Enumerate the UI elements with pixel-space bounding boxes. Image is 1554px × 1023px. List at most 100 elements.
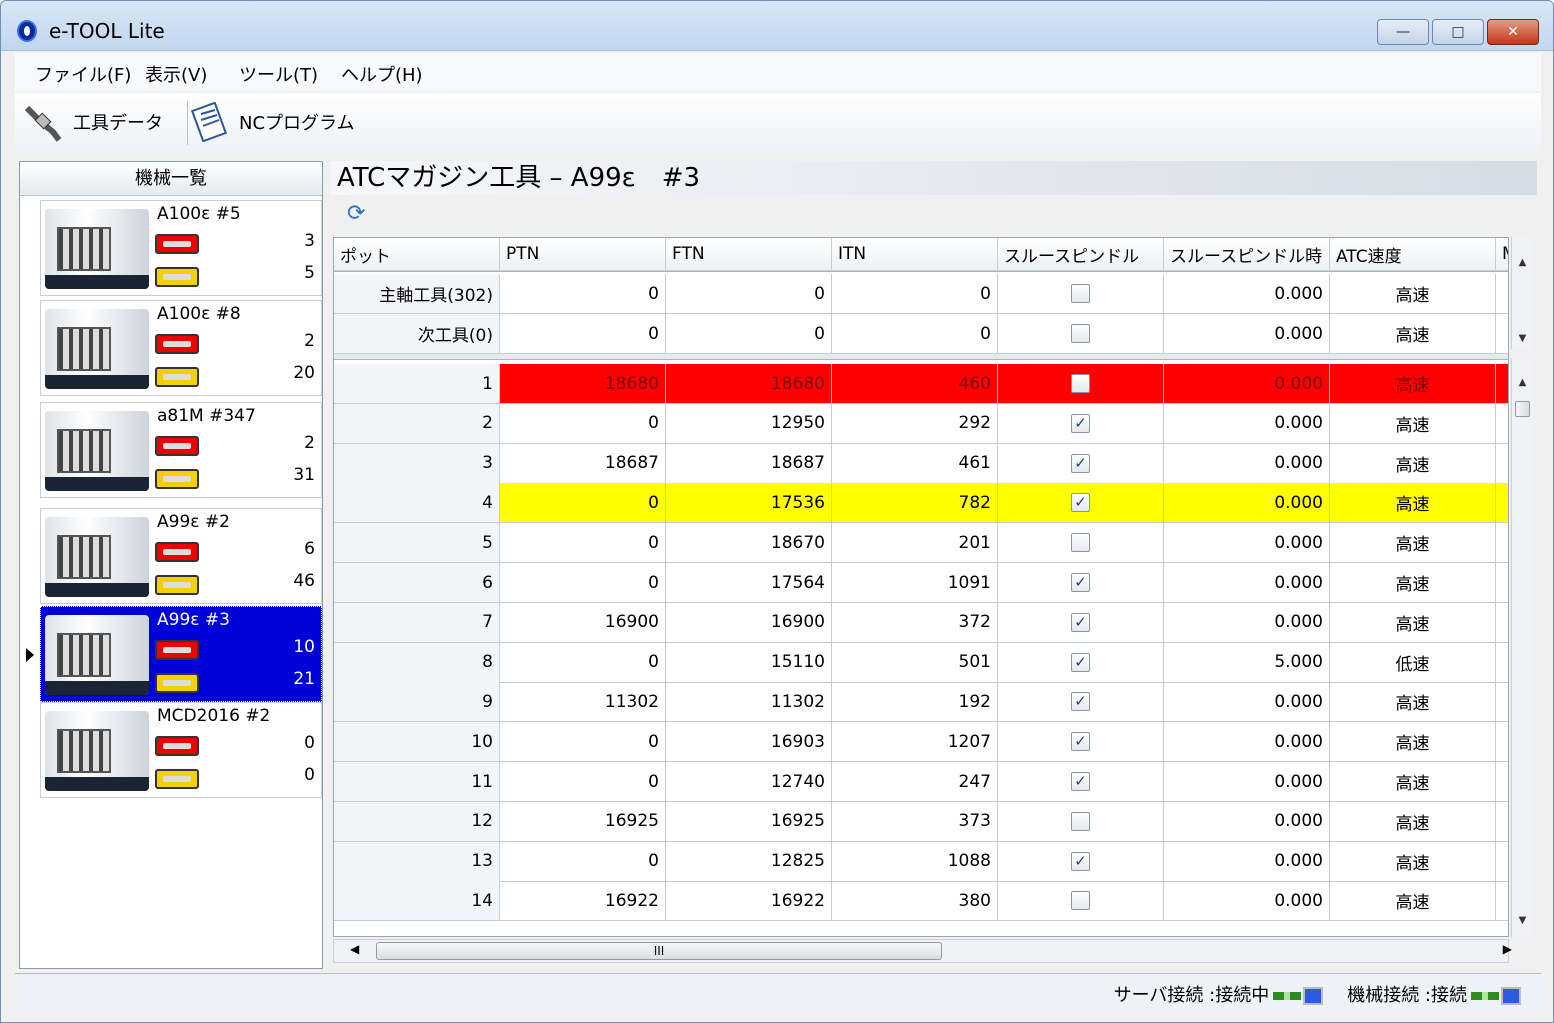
through-spindle-cell: ✓	[998, 483, 1164, 524]
through-spindle-checkbox[interactable]: ✓	[1071, 573, 1090, 592]
column-header[interactable]: ポット	[334, 238, 500, 271]
through-spindle-checkbox[interactable]: ✓	[1071, 493, 1090, 513]
menu-tools[interactable]: ツール(T)	[239, 61, 318, 87]
through-spindle-checkbox[interactable]	[1071, 891, 1090, 911]
nc-program-button[interactable]: NCプログラム	[189, 101, 355, 143]
machine-item[interactable]: A100ε #8 2 20	[40, 300, 322, 396]
ptn-cell: 16922	[500, 881, 666, 922]
column-header[interactable]: スルースピンドル時	[1164, 238, 1330, 271]
alarm-count: 10	[293, 637, 315, 657]
menu-file[interactable]: ファイル(F)	[35, 61, 131, 87]
window-title: e-TOOL Lite	[49, 19, 165, 43]
fixed-row[interactable]: 次工具(0) 0 0 0 0.000 高速	[334, 314, 1508, 354]
scroll-left-icon[interactable]: ◀	[350, 942, 359, 956]
column-header[interactable]: ITN	[832, 238, 998, 271]
rows-scrollbar[interactable]: ▲ ▼	[1511, 359, 1533, 937]
extra-cell	[1496, 682, 1508, 723]
table-row[interactable]: 4 0 17536 782 ✓ 0.000 高速	[334, 483, 1508, 524]
table-row[interactable]: 9 11302 11302 192 ✓ 0.000 高速	[334, 682, 1508, 723]
menu-help[interactable]: ヘルプ(H)	[341, 61, 423, 87]
minimize-button[interactable]: —	[1377, 19, 1429, 45]
column-header[interactable]: ATC速度	[1330, 238, 1496, 271]
table-row[interactable]: 2 0 12950 292 ✓ 0.000 高速	[334, 403, 1508, 444]
through-spindle-checkbox[interactable]: ✓	[1071, 851, 1090, 871]
table-row[interactable]: 7 16900 16900 372 ✓ 0.000 高速	[334, 602, 1508, 643]
table-row[interactable]: 11 0 12740 247 ✓ 0.000 高速	[334, 762, 1508, 802]
fixed-rows-scrollbar[interactable]: ▲ ▼	[1511, 237, 1533, 349]
through-spindle-checkbox[interactable]	[1071, 284, 1090, 303]
table-row[interactable]: 5 0 18670 201 0.000 高速	[334, 523, 1508, 564]
pot-cell: 1	[334, 364, 500, 404]
scroll-up-icon[interactable]: ▲	[1513, 253, 1532, 271]
menu-view[interactable]: 表示(V)	[145, 61, 207, 87]
table-row[interactable]: 8 0 15110 501 ✓ 5.000 低速	[334, 642, 1508, 683]
app-logo-icon	[17, 20, 37, 42]
fixed-row[interactable]: 主軸工具(302) 0 0 0 0.000 高速	[334, 274, 1508, 314]
table-row[interactable]: 6 0 17564 1091 ✓ 0.000 高速	[334, 563, 1508, 603]
through-time-cell: 0.000	[1164, 722, 1330, 763]
extra-cell	[1496, 274, 1508, 314]
through-spindle-checkbox[interactable]	[1071, 811, 1090, 831]
alarm-count: 2	[304, 433, 315, 453]
through-time-cell: 0.000	[1164, 841, 1330, 882]
through-spindle-checkbox[interactable]: ✓	[1071, 612, 1090, 632]
machine-item[interactable]: A100ε #5 3 5	[40, 200, 322, 296]
itn-cell: 461	[832, 443, 998, 484]
scrollbar-thumb[interactable]	[1515, 401, 1530, 417]
scroll-down-icon[interactable]: ▼	[1513, 329, 1532, 347]
tool-data-label: 工具データ	[73, 113, 163, 134]
table-row[interactable]: 1 18680 18680 460 0.000 高速	[334, 364, 1508, 404]
refresh-icon[interactable]: ⟳	[347, 201, 365, 226]
warning-count: 0	[304, 765, 315, 785]
pot-cell: 5	[334, 523, 500, 564]
tool-warning-icon	[155, 469, 199, 489]
table-row[interactable]: 13 0 12825 1088 ✓ 0.000 高速	[334, 841, 1508, 882]
machine-item[interactable]: A99ε #3 10 21	[40, 606, 322, 702]
column-header[interactable]: PTN	[500, 238, 666, 271]
table-row[interactable]: 12 16925 16925 373 0.000 高速	[334, 801, 1508, 842]
through-spindle-cell: ✓	[998, 403, 1164, 444]
scroll-right-icon[interactable]: ▶	[1503, 942, 1512, 956]
tool-alarm-icon	[155, 334, 199, 354]
atc-speed-cell: 高速	[1330, 841, 1496, 882]
extra-cell	[1496, 842, 1508, 882]
through-spindle-checkbox[interactable]	[1071, 533, 1090, 553]
scroll-up-icon[interactable]: ▲	[1513, 373, 1532, 391]
through-spindle-checkbox[interactable]	[1071, 374, 1090, 393]
tool-data-button[interactable]: 工具データ	[23, 101, 163, 143]
through-spindle-checkbox[interactable]	[1071, 324, 1090, 343]
pot-cell: 9	[334, 682, 500, 723]
machine-item[interactable]: A99ε #2 6 46	[40, 508, 322, 604]
machine-item[interactable]: MCD2016 #2 0 0	[40, 702, 322, 798]
column-header[interactable]: FTN	[666, 238, 832, 271]
pot-cell: 4	[334, 483, 500, 524]
table-row[interactable]: 3 18687 18687 461 ✓ 0.000 高速	[334, 443, 1508, 484]
ptn-cell: 0	[500, 274, 666, 314]
maximize-button[interactable]: □	[1432, 19, 1484, 45]
through-time-cell: 0.000	[1164, 762, 1330, 802]
table-row[interactable]: 10 0 16903 1207 ✓ 0.000 高速	[334, 722, 1508, 763]
horizontal-scrollbar[interactable]: ◀ III ▶	[333, 939, 1512, 963]
grid-splitter[interactable]	[334, 354, 1508, 360]
through-spindle-checkbox[interactable]: ✓	[1071, 732, 1090, 752]
close-button[interactable]: ✕	[1487, 19, 1539, 45]
through-spindle-checkbox[interactable]: ✓	[1071, 413, 1090, 433]
tool-holder-icon	[24, 105, 62, 142]
ftn-cell: 18687	[666, 443, 832, 484]
warning-count: 20	[293, 363, 315, 383]
through-spindle-checkbox[interactable]: ✓	[1071, 453, 1090, 473]
atc-speed-cell: 高速	[1330, 801, 1496, 842]
current-row-arrow-icon	[26, 648, 34, 662]
scroll-down-icon[interactable]: ▼	[1513, 911, 1532, 929]
through-spindle-checkbox[interactable]: ✓	[1071, 772, 1090, 791]
through-spindle-checkbox[interactable]: ✓	[1071, 692, 1090, 712]
ptn-cell: 0	[500, 642, 666, 683]
through-spindle-checkbox[interactable]: ✓	[1071, 652, 1090, 672]
machine-item[interactable]: a81M #347 2 31	[40, 402, 322, 498]
scrollbar-thumb[interactable]: III	[376, 942, 942, 960]
through-time-cell: 0.000	[1164, 274, 1330, 314]
tool-alarm-icon	[155, 736, 199, 756]
column-header[interactable]: M	[1496, 238, 1508, 271]
table-row[interactable]: 14 16922 16922 380 0.000 高速	[334, 881, 1508, 922]
column-header[interactable]: スルースピンドル	[998, 238, 1164, 271]
